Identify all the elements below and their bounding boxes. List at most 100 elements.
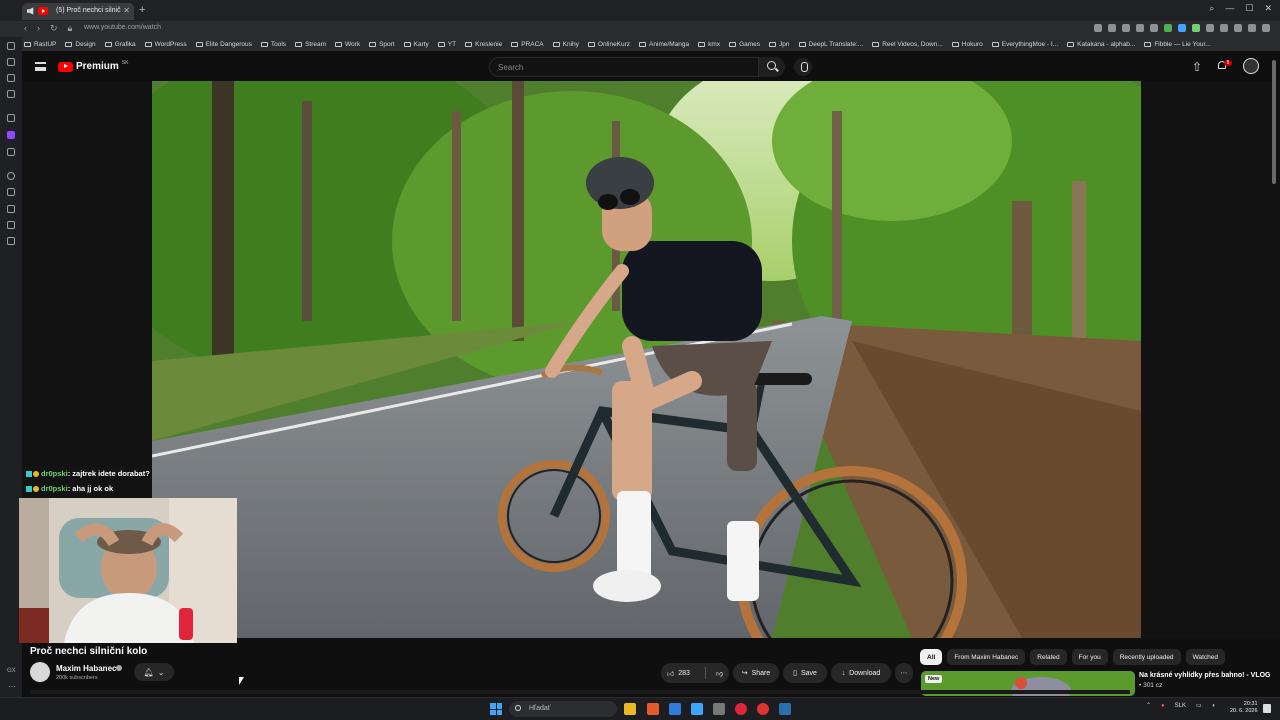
- chip-from-channel[interactable]: From Maxim Habanec: [947, 649, 1026, 665]
- extension-icon[interactable]: [1136, 24, 1144, 32]
- subscription-bell-button[interactable]: 🔔︎ ⌄: [134, 663, 174, 681]
- taskbar-search-input[interactable]: Hľadať: [509, 701, 617, 717]
- sidebar-app-icon[interactable]: [7, 205, 15, 213]
- extension-icon[interactable]: [1094, 24, 1102, 32]
- tray-chevron-icon[interactable]: ⌃: [1146, 702, 1151, 709]
- hamburger-menu-icon[interactable]: [35, 62, 46, 71]
- bookmark-item[interactable]: Knihy: [552, 41, 579, 48]
- microphone-icon[interactable]: [794, 58, 812, 76]
- reload-icon[interactable]: ↻: [50, 23, 58, 34]
- recommendation-title[interactable]: Na krásné vyhlídky přes bahno! - VLOG: [1139, 672, 1270, 679]
- bookmark-item[interactable]: YT: [437, 41, 456, 48]
- taskbar-clock[interactable]: 20:31 20. 6. 2026: [1230, 701, 1258, 715]
- download-button[interactable]: ↓ Download: [831, 663, 891, 683]
- bookmark-item[interactable]: Fibble — Lie Your...: [1144, 41, 1211, 48]
- lock-icon[interactable]: 🔒︎: [68, 23, 73, 34]
- file-explorer-icon[interactable]: [624, 703, 636, 715]
- chip-recently-uploaded[interactable]: Recently uploaded: [1112, 649, 1181, 665]
- bookmark-item[interactable]: RastUP: [24, 41, 56, 48]
- network-icon[interactable]: ▭: [1196, 702, 1202, 709]
- bookmark-item[interactable]: Katakana - alphab...: [1067, 41, 1135, 48]
- bookmark-item[interactable]: Jpn: [769, 41, 790, 48]
- thumbs-down-icon[interactable]: 👎︎: [716, 669, 723, 678]
- channel-name[interactable]: Maxim Habanec: [56, 664, 116, 673]
- bookmark-item[interactable]: Hokuro: [951, 41, 983, 48]
- windows-start-icon[interactable]: [490, 703, 502, 715]
- search-tabs-icon[interactable]: ⌕: [1209, 3, 1214, 14]
- url-field[interactable]: www.youtube.com/watch: [84, 24, 161, 31]
- close-window-button[interactable]: ✕: [1264, 3, 1272, 14]
- youtube-premium-logo[interactable]: Premium SK: [58, 60, 128, 72]
- app-icon[interactable]: [713, 703, 725, 715]
- channel-avatar[interactable]: [30, 662, 50, 682]
- chip-watched[interactable]: Watched: [1185, 649, 1225, 665]
- app-icon[interactable]: [669, 703, 681, 715]
- account-avatar[interactable]: [1243, 58, 1259, 74]
- search-icon[interactable]: [759, 57, 785, 77]
- bookmark-item[interactable]: Work: [335, 41, 360, 48]
- microphone-tray-icon[interactable]: ●: [1161, 703, 1165, 709]
- like-dislike-button[interactable]: 👍︎ 283 👎︎: [661, 663, 729, 683]
- minimize-button[interactable]: —: [1225, 3, 1234, 14]
- search-input[interactable]: Search: [489, 57, 759, 77]
- upload-icon[interactable]: ⇧: [1192, 60, 1202, 74]
- maximize-button[interactable]: ☐: [1245, 3, 1253, 14]
- language-indicator[interactable]: SLK: [1175, 703, 1186, 709]
- bookmark-item[interactable]: Stream: [295, 41, 326, 48]
- forward-icon[interactable]: ›: [37, 23, 40, 34]
- sidebar-app-icon[interactable]: [7, 114, 15, 122]
- tab-close-icon[interactable]: ✕: [123, 6, 130, 15]
- opera-gx-icon[interactable]: [735, 703, 747, 715]
- bookmark-item[interactable]: Reel Videos, Down...: [872, 41, 943, 48]
- extension-icon[interactable]: [1122, 24, 1130, 32]
- sidebar-app-icon[interactable]: [7, 42, 15, 50]
- bookmark-item[interactable]: WordPress: [144, 41, 187, 48]
- bookmark-item[interactable]: PRACA: [511, 41, 544, 48]
- bookmark-item[interactable]: Sport: [369, 41, 395, 48]
- horizontal-scrollbar[interactable]: [30, 690, 1130, 694]
- brave-browser-icon[interactable]: [647, 703, 659, 715]
- bookmark-item[interactable]: Anime/Manga: [639, 41, 689, 48]
- bookmark-item[interactable]: Kreslenie: [465, 41, 502, 48]
- bookmark-item[interactable]: OnlineKurz: [587, 41, 630, 48]
- app-icon[interactable]: [691, 703, 703, 715]
- bookmark-item[interactable]: kmx: [698, 41, 720, 48]
- chip-all[interactable]: All: [920, 649, 943, 665]
- extension-icon[interactable]: [1206, 24, 1214, 32]
- video-player[interactable]: [152, 81, 1141, 638]
- menu-icon[interactable]: [1262, 24, 1270, 32]
- bookmark-item[interactable]: DeepL Translate:...: [798, 41, 863, 48]
- sidebar-app-icon[interactable]: [7, 188, 15, 196]
- more-icon[interactable]: ⋯: [8, 682, 16, 691]
- sidebar-app-icon[interactable]: [7, 58, 15, 66]
- extension-icon[interactable]: [1164, 24, 1172, 32]
- extension-icon[interactable]: [1234, 24, 1242, 32]
- sidebar-app-icon[interactable]: [7, 221, 15, 229]
- notifications-icon[interactable]: [1263, 704, 1271, 713]
- volume-icon[interactable]: ◖: [1212, 703, 1216, 709]
- bookmark-item[interactable]: EverythingMoe - I...: [991, 41, 1058, 48]
- sidebar-app-icon[interactable]: [7, 172, 15, 180]
- extension-icon[interactable]: [1192, 24, 1200, 32]
- save-button[interactable]: ▯ Save: [783, 663, 827, 683]
- back-icon[interactable]: ‹: [24, 23, 27, 34]
- sidebar-app-icon[interactable]: [7, 90, 15, 98]
- twitch-icon[interactable]: [7, 131, 15, 139]
- bookmark-item[interactable]: Karty: [403, 41, 429, 48]
- bookmark-item[interactable]: Tools: [260, 41, 286, 48]
- extension-icon[interactable]: [1220, 24, 1228, 32]
- page-scrollbar[interactable]: [1272, 60, 1276, 184]
- share-button[interactable]: ↪ Share: [733, 663, 779, 683]
- extension-icon[interactable]: [1150, 24, 1158, 32]
- download-icon[interactable]: [1248, 24, 1256, 32]
- extension-icon[interactable]: [1178, 24, 1186, 32]
- chip-related[interactable]: Related: [1030, 649, 1067, 665]
- bookmark-item[interactable]: Elite Dangerous: [195, 41, 252, 48]
- bookmark-item[interactable]: Games: [729, 41, 760, 48]
- sidebar-app-icon[interactable]: [7, 237, 15, 245]
- browser-tab[interactable]: (5) Proč nechci silnič ✕: [22, 3, 134, 20]
- app-icon[interactable]: [757, 703, 769, 715]
- bookmark-item[interactable]: Grafika: [104, 41, 136, 48]
- sidebar-app-icon[interactable]: [7, 148, 15, 156]
- chip-for-you[interactable]: For you: [1071, 649, 1108, 665]
